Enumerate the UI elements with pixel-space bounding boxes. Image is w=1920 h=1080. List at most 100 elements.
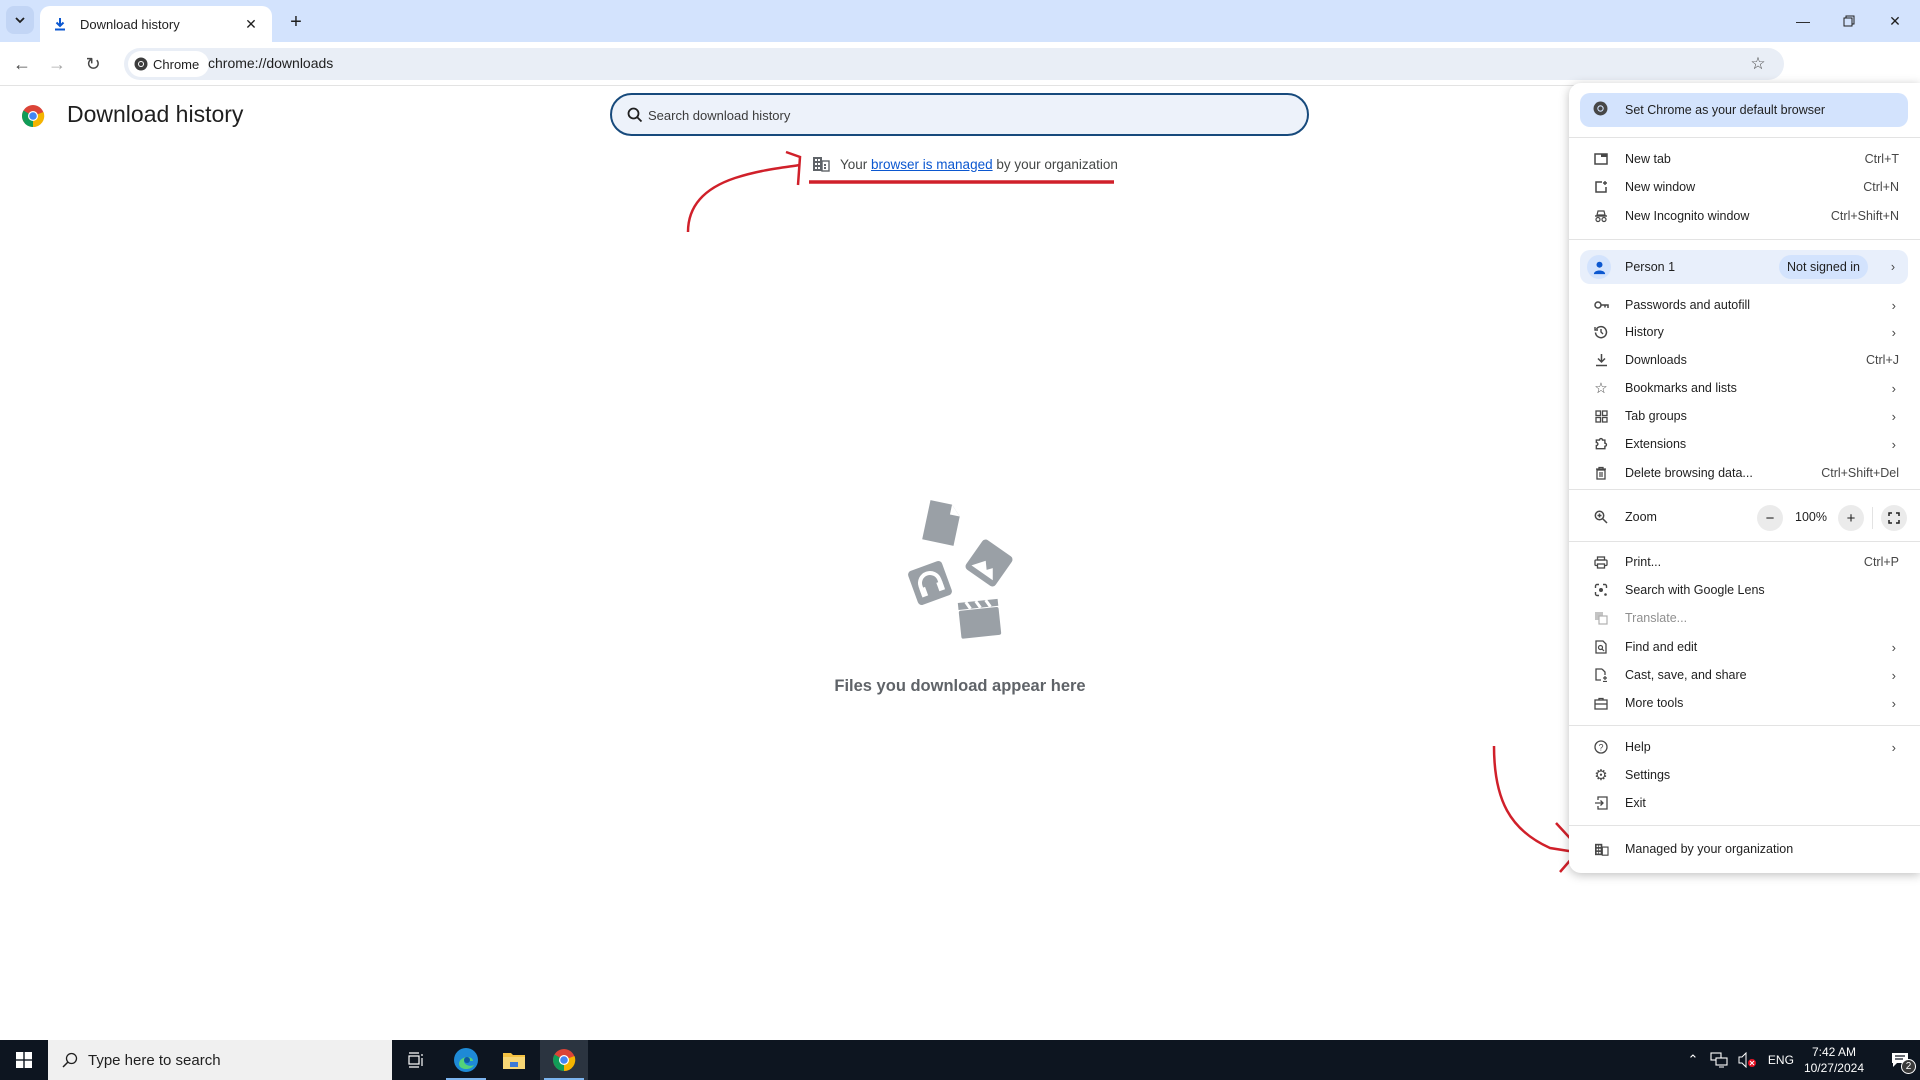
input-language[interactable]: ENG — [1768, 1053, 1794, 1067]
video-clapper-icon — [957, 598, 1002, 639]
menu-item-managed-by-organization[interactable]: Managed by your organization — [1569, 835, 1920, 863]
taskbar-chrome[interactable] — [540, 1040, 588, 1080]
task-view-button[interactable] — [392, 1040, 440, 1080]
search-download-history[interactable] — [610, 93, 1309, 136]
annotation-arrow-curve-top — [686, 163, 801, 233]
menu-item-zoom: Zoom − 100% + — [1569, 503, 1920, 531]
browser-managed-link[interactable]: browser is managed — [871, 157, 993, 172]
zoom-out-button[interactable]: − — [1757, 505, 1783, 531]
managed-prefix: Your — [840, 156, 872, 172]
menu-item-delete-browsing-data[interactable]: Delete browsing data... Ctrl+Shift+Del — [1569, 459, 1920, 487]
search-input[interactable] — [648, 103, 1288, 127]
menu-item-set-default-browser[interactable]: Set Chrome as your default browser — [1580, 93, 1908, 127]
menu-item-label: Extensions — [1625, 437, 1687, 451]
tab-strip: Download history ✕ + — ✕ — [0, 0, 1920, 42]
start-button[interactable] — [0, 1040, 48, 1080]
menu-item-history[interactable]: History › — [1569, 318, 1920, 346]
new-tab-icon — [1593, 151, 1609, 167]
zoom-in-button[interactable]: + — [1838, 505, 1864, 531]
menu-item-settings[interactable]: ⚙ Settings — [1569, 761, 1920, 789]
menu-item-label: Bookmarks and lists — [1625, 381, 1737, 395]
tab-search-button[interactable] — [6, 6, 34, 34]
menu-item-label: Exit — [1625, 796, 1646, 810]
history-icon — [1593, 324, 1609, 340]
menu-item-label: Set Chrome as your default browser — [1625, 103, 1826, 117]
address-bar[interactable]: Chrome chrome://downloads ☆ — [124, 48, 1784, 80]
reload-button[interactable]: ↻ — [78, 49, 108, 79]
annotation-arrow-curve-bottom — [1492, 745, 1576, 854]
taskbar-edge[interactable] — [442, 1040, 490, 1080]
chevron-right-icon: › — [1891, 667, 1896, 683]
help-icon: ? — [1593, 739, 1609, 755]
menu-item-print[interactable]: Print... Ctrl+P — [1569, 548, 1920, 576]
volume-muted-icon[interactable] — [1738, 1052, 1758, 1068]
system-tray: ⌃ ENG 7:42 AM 10/27/2024 2 — [1682, 1040, 1920, 1080]
menu-item-passwords-autofill[interactable]: Passwords and autofill › — [1569, 291, 1920, 319]
taskbar-file-explorer[interactable] — [490, 1040, 538, 1080]
notification-center-button[interactable]: 2 — [1880, 1040, 1920, 1080]
clock[interactable]: 7:42 AM 10/27/2024 — [1804, 1044, 1864, 1076]
menu-separator — [1569, 541, 1920, 542]
close-icon[interactable]: ✕ — [242, 16, 260, 33]
bookmark-star-icon[interactable]: ☆ — [1746, 52, 1770, 76]
menu-item-find-edit[interactable]: Find and edit › — [1569, 633, 1920, 661]
back-button[interactable]: ← — [7, 49, 37, 79]
menu-item-cast-save-share[interactable]: Cast, save, and share › — [1569, 661, 1920, 689]
menu-item-new-window[interactable]: New window Ctrl+N — [1569, 173, 1920, 201]
close-window-button[interactable]: ✕ — [1872, 0, 1918, 42]
chevron-right-icon: › — [1891, 380, 1896, 396]
menu-item-google-lens[interactable]: Search with Google Lens — [1569, 576, 1920, 604]
menu-item-shortcut: Ctrl+P — [1863, 555, 1899, 569]
managed-notice: Your browser is managed by your organiza… — [812, 156, 1118, 172]
reload-icon: ↻ — [85, 53, 101, 74]
network-icon[interactable] — [1710, 1052, 1728, 1068]
chrome-logo-icon — [553, 1049, 576, 1072]
chevron-right-icon: › — [1891, 695, 1896, 711]
menu-item-extensions[interactable]: Extensions › — [1569, 430, 1920, 458]
url-text[interactable]: chrome://downloads — [208, 55, 333, 71]
chrome-logo-icon — [1593, 101, 1608, 119]
search-icon — [627, 107, 643, 123]
managed-suffix: by your organization — [992, 156, 1118, 172]
annotation-arrowhead-top — [785, 150, 802, 186]
folder-icon — [503, 1053, 525, 1069]
building-icon — [813, 157, 830, 172]
minimize-button[interactable]: — — [1780, 0, 1826, 42]
gear-icon: ⚙ — [1594, 767, 1608, 784]
svg-text:?: ? — [1598, 743, 1603, 753]
menu-item-label: Zoom — [1625, 510, 1657, 524]
menu-item-help[interactable]: ? Help › — [1569, 733, 1920, 761]
menu-item-shortcut: Ctrl+Shift+Del — [1821, 466, 1899, 480]
restore-button[interactable] — [1826, 0, 1872, 42]
menu-item-label: New window — [1625, 180, 1696, 194]
menu-item-profile[interactable]: Person 1 Not signed in › — [1580, 250, 1908, 284]
windows-taskbar: Type here to search ⌃ ENG 7:42 AM 10/27/… — [0, 1040, 1920, 1080]
menu-item-downloads[interactable]: Downloads Ctrl+J — [1569, 346, 1920, 374]
edge-icon — [454, 1048, 478, 1072]
windows-logo-icon — [16, 1052, 32, 1068]
menu-item-bookmarks-lists[interactable]: ☆ Bookmarks and lists › — [1569, 374, 1920, 402]
chrome-menu: Set Chrome as your default browser New t… — [1569, 83, 1920, 873]
restore-icon — [1843, 15, 1855, 27]
menu-item-exit[interactable]: Exit — [1569, 789, 1920, 817]
exit-icon — [1593, 795, 1609, 811]
plus-icon: + — [1846, 509, 1856, 527]
menu-item-tab-groups[interactable]: Tab groups › — [1569, 402, 1920, 430]
menu-item-shortcut: Ctrl+Shift+N — [1830, 209, 1899, 223]
tab-download-history[interactable]: Download history ✕ — [40, 6, 272, 42]
document-icon — [922, 500, 960, 546]
fullscreen-button[interactable] — [1881, 505, 1907, 531]
menu-item-new-tab[interactable]: New tab Ctrl+T — [1569, 145, 1920, 173]
new-tab-button[interactable]: + — [282, 8, 310, 36]
site-info-chip[interactable]: Chrome — [128, 51, 210, 77]
minimize-icon: — — [1796, 13, 1810, 29]
person-icon — [1593, 261, 1605, 274]
show-hidden-icons-chevron-icon[interactable]: ⌃ — [1682, 1052, 1704, 1068]
incognito-icon — [1593, 208, 1609, 224]
taskbar-search[interactable]: Type here to search — [48, 1040, 392, 1080]
menu-item-more-tools[interactable]: More tools › — [1569, 689, 1920, 717]
menu-item-translate[interactable]: Translate... — [1569, 604, 1920, 632]
menu-item-new-incognito-window[interactable]: New Incognito window Ctrl+Shift+N — [1569, 202, 1920, 230]
forward-button[interactable]: → — [42, 49, 72, 79]
star-icon: ☆ — [1594, 380, 1608, 397]
